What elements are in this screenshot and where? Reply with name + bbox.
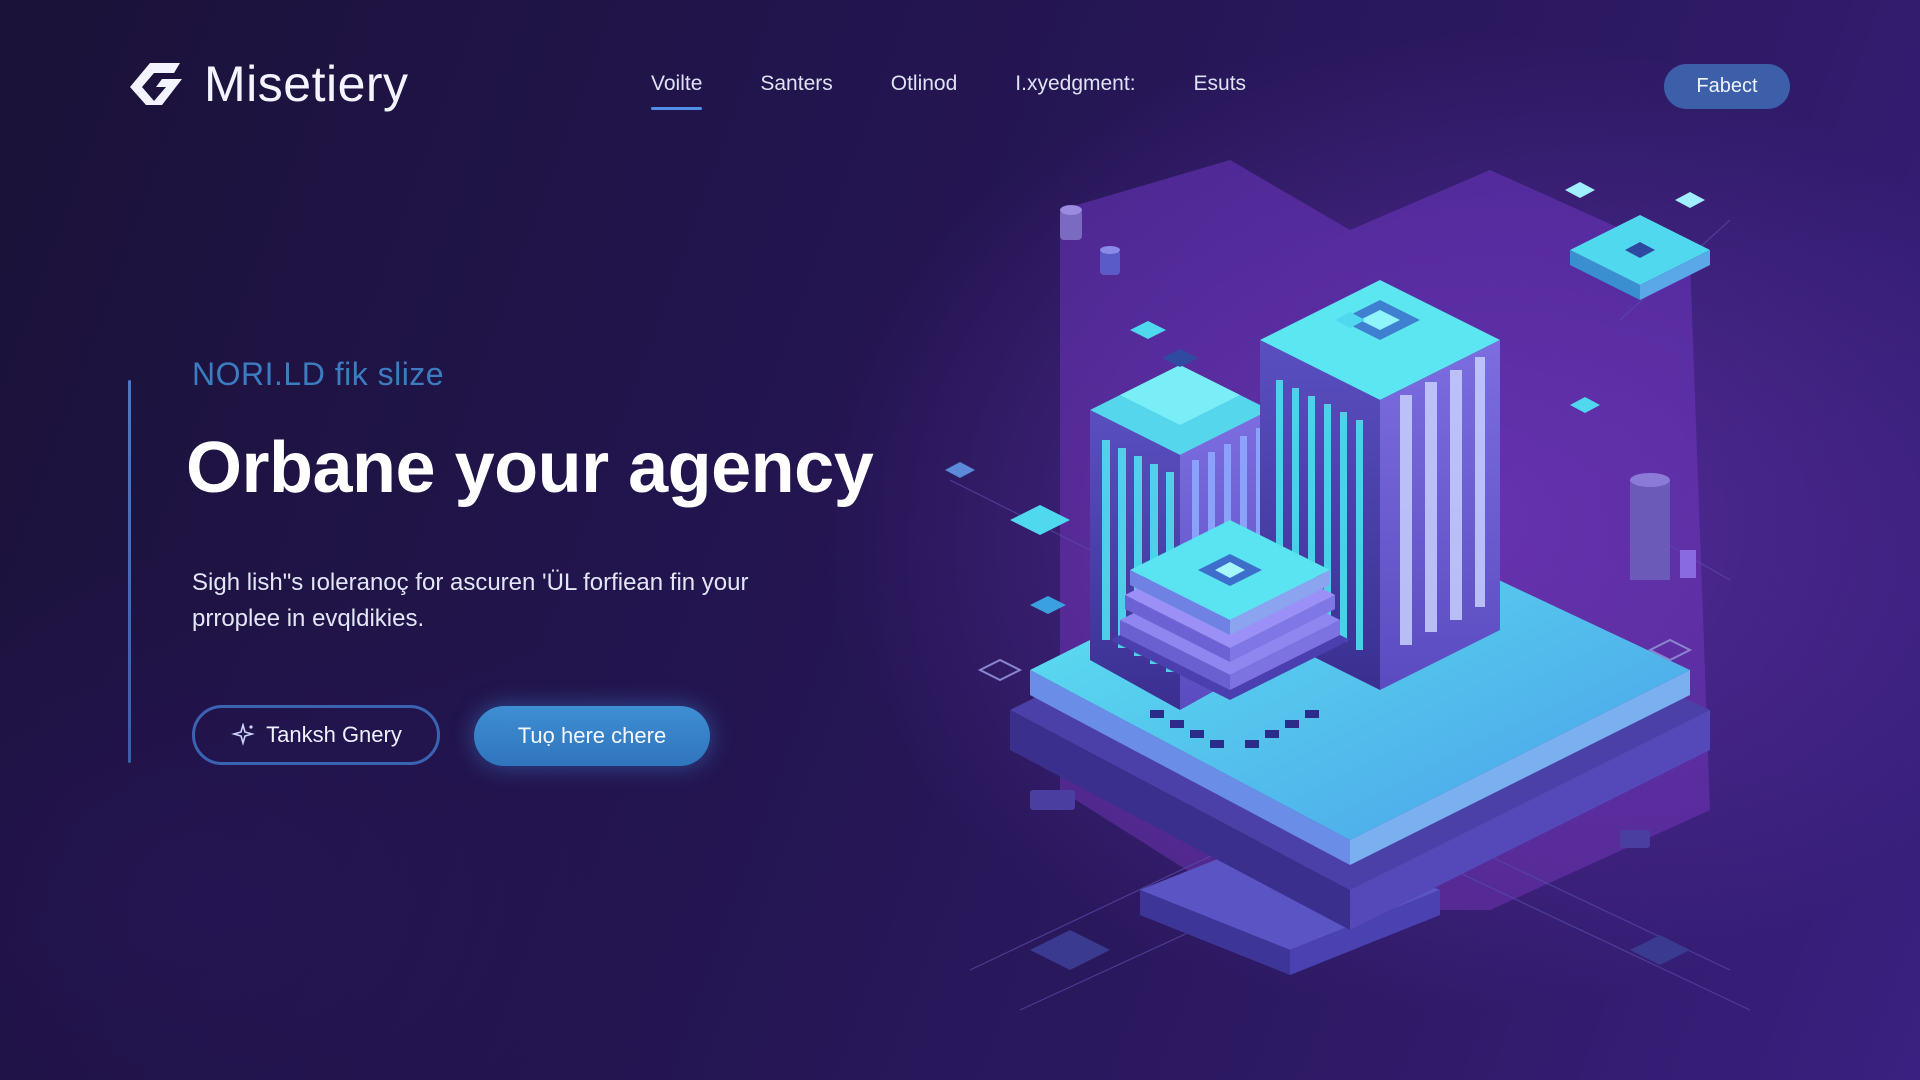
nav-item-voilte[interactable]: Voilte — [651, 72, 703, 110]
hero-description-line-2: prroplee in evqldikies. — [192, 605, 425, 632]
main-nav: Voilte Santers Otlinod I.xyedgment: Esut… — [651, 72, 1304, 110]
hero-description-line-1: Sigh lish"s ıoleranoç for ascuren 'ÜL fo… — [192, 569, 749, 596]
hero-accent-line — [128, 380, 131, 763]
brand-name: Misetiery — [204, 56, 409, 112]
hero-title: Orbane your agency — [186, 428, 874, 508]
nav-item-ixyedgment[interactable]: I.xyedgment: — [1015, 72, 1135, 96]
nav-item-otlinod[interactable]: Otlinod — [891, 72, 958, 96]
secondary-filled-button[interactable]: Tuọ here chere — [474, 706, 710, 766]
primary-outline-button-label: Tanksh Gnery — [266, 722, 402, 747]
nav-item-santers[interactable]: Santers — [760, 72, 832, 96]
brand-mark-icon — [130, 63, 182, 105]
brand-logo[interactable]: Misetiery — [124, 55, 409, 113]
hero-description: Sigh lish"s ıoleranoç for ascuren 'ÜL fo… — [192, 565, 812, 637]
primary-outline-button[interactable]: Tanksh Gnery — [192, 705, 440, 765]
hero-eyebrow: NORI.LD fik slize — [192, 356, 445, 392]
nav-item-esuts[interactable]: Esuts — [1194, 72, 1247, 96]
sparkle-icon — [231, 723, 256, 746]
header-cta-button[interactable]: Fabect — [1664, 64, 1790, 109]
isometric-buildings-illustration — [945, 160, 1751, 1011]
